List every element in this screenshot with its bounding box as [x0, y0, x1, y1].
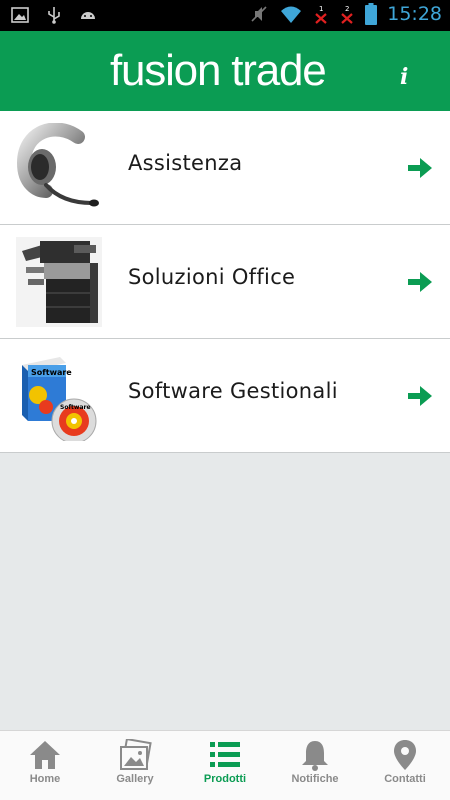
list-item-soluzioni-office[interactable]: Soluzioni Office [0, 225, 450, 339]
list-item-label: Software Gestionali [128, 379, 338, 403]
brand-logo: fusion trade [110, 46, 327, 95]
software-box-icon: Software Software [22, 357, 97, 441]
home-icon [30, 741, 60, 769]
headset-icon [16, 123, 99, 207]
info-button[interactable]: i [400, 65, 416, 89]
svg-text:Software: Software [60, 404, 91, 411]
gallery-icon [120, 739, 152, 770]
usb-icon [48, 7, 60, 24]
nav-label: Notifiche [291, 773, 339, 785]
bell-icon [302, 741, 328, 771]
svg-text:Software: Software [31, 368, 72, 377]
status-clock: 15:28 [387, 3, 442, 25]
list-item-software-gestionali[interactable]: Software Software Software Gestionali [0, 339, 450, 453]
status-bar: 1 2 15:28 [0, 0, 450, 31]
printer-icon [16, 237, 102, 327]
app-header: fusion trade i [0, 31, 450, 111]
product-list: Assistenza Soluzioni Office Software Sof… [0, 111, 450, 453]
list-item-label: Assistenza [128, 151, 243, 175]
nav-prodotti[interactable]: Prodotti [180, 731, 270, 800]
nav-home[interactable]: Home [0, 731, 90, 800]
arrow-right-icon [408, 386, 432, 406]
location-pin-icon [394, 740, 416, 770]
nav-label: Home [29, 773, 61, 785]
wifi-icon [281, 6, 302, 23]
sim2-no-signal-icon: 2 [341, 5, 353, 24]
svg-text:2: 2 [345, 5, 349, 13]
nav-contatti[interactable]: Contatti [360, 731, 450, 800]
battery-icon [365, 3, 378, 25]
android-icon [81, 12, 95, 19]
nav-notifiche[interactable]: Notifiche [270, 731, 360, 800]
image-icon [11, 7, 29, 23]
list-item-label: Soluzioni Office [128, 265, 296, 289]
nav-label: Gallery [116, 773, 154, 785]
list-item-assistenza[interactable]: Assistenza [0, 111, 450, 225]
list-icon [210, 742, 240, 767]
arrow-right-icon [408, 158, 432, 178]
svg-text:1: 1 [319, 5, 323, 13]
nav-gallery[interactable]: Gallery [90, 731, 180, 800]
muted-icon [251, 6, 267, 22]
nav-label: Contatti [384, 773, 426, 785]
nav-label: Prodotti [203, 773, 247, 785]
bottom-nav: Home Gallery Prodotti Notifiche Contatti [0, 730, 450, 800]
arrow-right-icon [408, 272, 432, 292]
sim1-no-signal-icon: 1 [315, 5, 327, 24]
